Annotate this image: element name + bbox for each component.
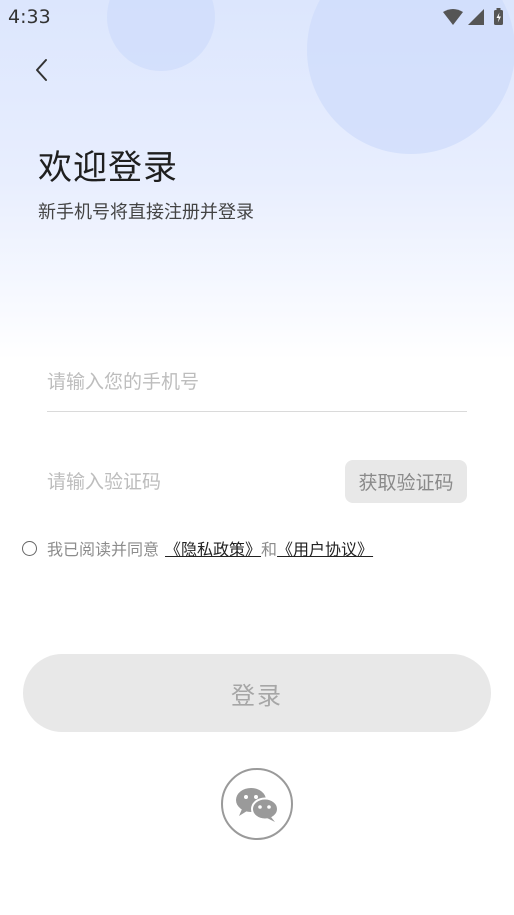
status-time: 4:33 (8, 6, 51, 28)
verification-code-input[interactable] (47, 460, 327, 504)
status-icon-group (443, 8, 503, 25)
agreement-checkbox[interactable] (22, 540, 37, 556)
login-button[interactable]: 登录 (23, 654, 491, 732)
get-code-button[interactable]: 获取验证码 (345, 460, 467, 503)
wechat-icon (236, 788, 279, 822)
agreement-prefix: 我已阅读并同意 (47, 540, 160, 559)
page-title: 欢迎登录 (38, 148, 178, 188)
battery-charging-icon (494, 8, 503, 25)
status-icons (442, 8, 506, 26)
phone-input-divider (47, 411, 467, 412)
page-subtitle: 新手机号将直接注册并登录 (38, 202, 254, 223)
wechat-login-button[interactable] (221, 768, 293, 840)
signal-icon (468, 9, 484, 25)
user-agreement-link[interactable]: 《用户协议》 (277, 536, 373, 560)
chevron-left-icon (36, 59, 47, 81)
status-bar: 4:33 (0, 0, 514, 36)
back-button[interactable] (26, 54, 58, 86)
agreement-and: 和 (261, 540, 278, 559)
phone-input[interactable] (47, 360, 467, 404)
privacy-policy-link[interactable]: 《隐私政策》 (165, 536, 261, 560)
wifi-icon (443, 9, 463, 25)
agreement-row: 我已阅读并同意 《隐私政策》 和 《用户协议》 (22, 536, 373, 560)
